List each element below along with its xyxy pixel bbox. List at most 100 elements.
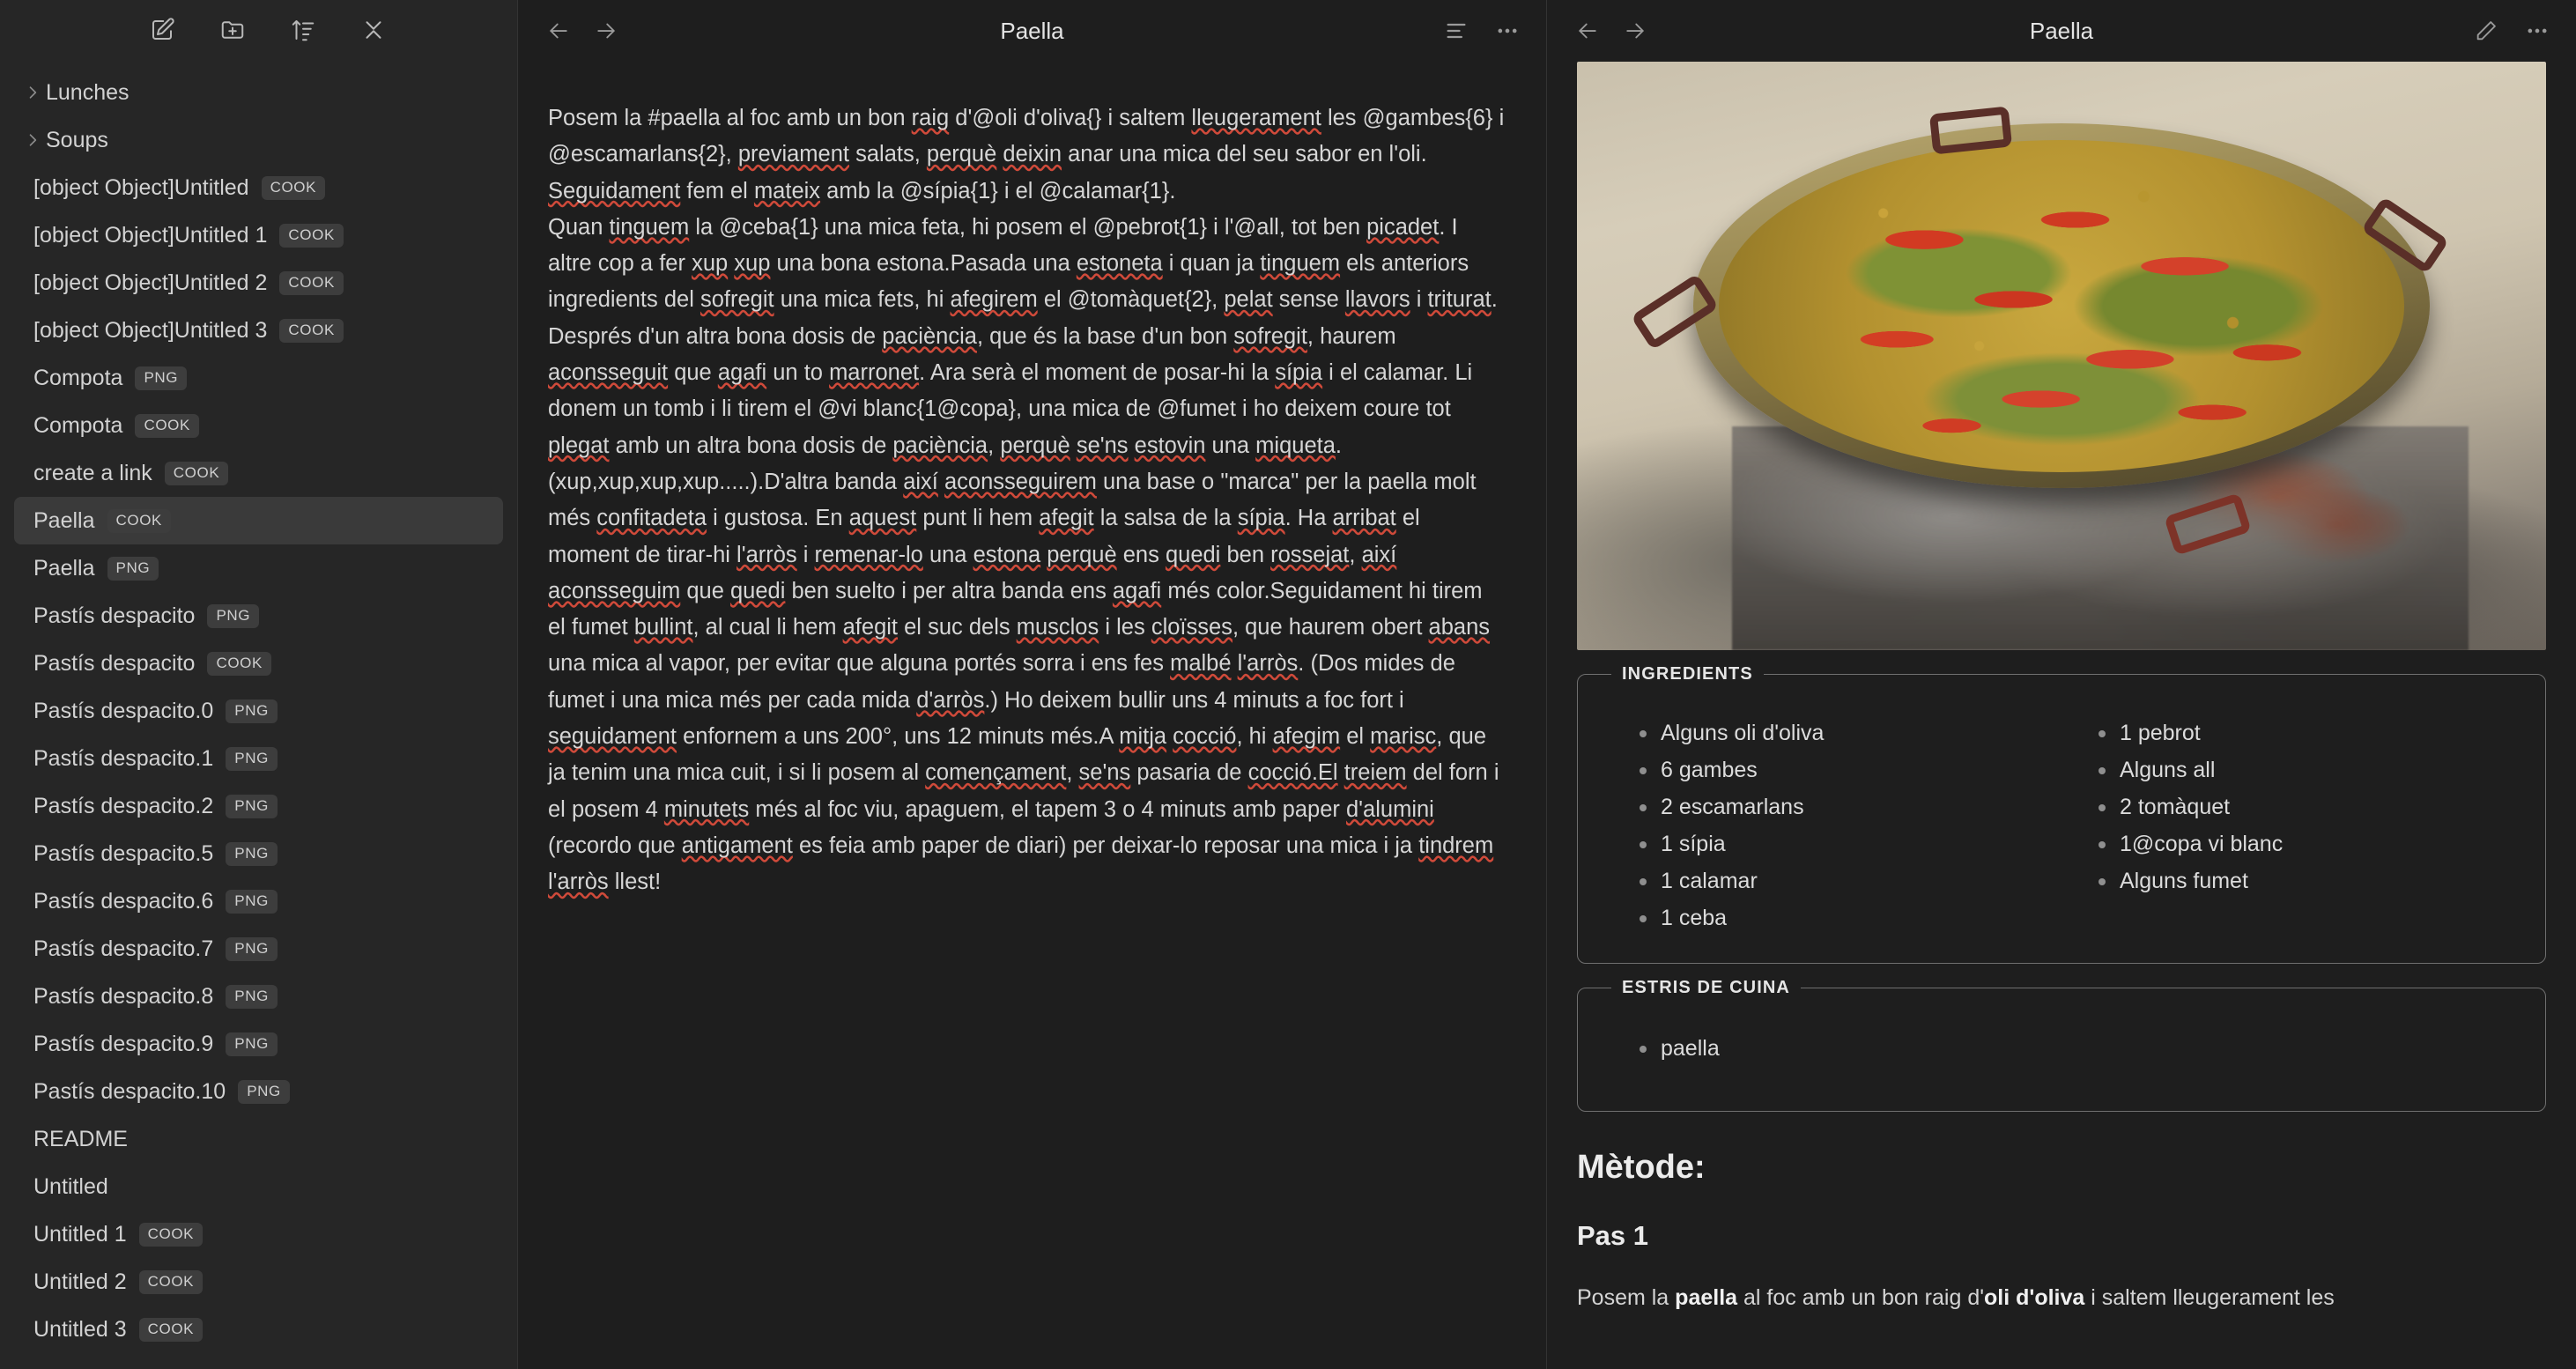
back-icon[interactable] — [541, 13, 576, 48]
sidebar-note-row[interactable]: Compota COOK — [14, 402, 503, 449]
sidebar-note-row[interactable]: [object Object]Untitled 3 COOK — [14, 307, 503, 354]
step-text-post: i saltem lleugerament les — [2084, 1285, 2335, 1310]
sidebar-folder-row[interactable]: Soups — [14, 116, 503, 164]
sidebar-note-row[interactable]: Pastís despacito.0 PNG — [14, 687, 503, 735]
spellcheck-word: lleugerament — [1191, 106, 1321, 130]
forward-icon[interactable] — [588, 13, 624, 48]
sidebar-item-label: [object Object]Untitled 1 — [33, 222, 268, 248]
ingredients-list-left: Alguns oli d'oliva 6 gambes 2 escamarlans 1… — [1638, 714, 2062, 936]
spellcheck-word: sofregit — [1233, 323, 1307, 349]
sidebar-item-label: Pastís despacito.5 — [33, 840, 214, 866]
sidebar-note-row[interactable]: Pastís despacito.9 PNG — [14, 1020, 503, 1068]
file-type-badge: PNG — [107, 556, 159, 581]
sort-icon[interactable] — [288, 15, 318, 45]
sidebar-note-row[interactable]: Paella COOK — [14, 497, 503, 544]
sidebar-item-label: Pastís despacito.0 — [33, 698, 214, 723]
spellcheck-word: antigament — [681, 832, 793, 858]
spellcheck-word: previament — [737, 142, 849, 167]
sidebar-folder-row[interactable]: Lunches — [14, 69, 503, 116]
spellcheck-word: musclos — [1016, 615, 1099, 640]
sidebar-note-row[interactable]: Untitled 3 COOK — [14, 1306, 503, 1353]
edit-icon[interactable] — [2470, 15, 2502, 47]
outline-icon[interactable] — [1440, 15, 1472, 47]
sidebar-note-row[interactable]: Pastís despacito.6 PNG — [14, 877, 503, 925]
ingredient-item: 1 sípia — [1638, 825, 2062, 862]
note-source-text[interactable]: Posem la #paella al foc amb un bon raig … — [548, 100, 1506, 901]
spellcheck-word: aconsseguit — [548, 360, 669, 386]
sidebar-note-row[interactable]: Paella PNG — [14, 544, 503, 592]
sidebar-item-label: Pastís despacito.9 — [33, 1031, 214, 1056]
sidebar-item-label: Pastís despacito.2 — [33, 793, 214, 818]
sidebar-note-row[interactable]: Compota PNG — [14, 354, 503, 402]
sidebar-note-row[interactable]: Pastís despacito PNG — [14, 592, 503, 640]
more-options-icon[interactable] — [1492, 15, 1523, 47]
sidebar-note-row[interactable]: Pastís despacito.2 PNG — [14, 782, 503, 830]
ingredient-item: Alguns oli d'oliva — [1638, 714, 2062, 751]
preview-title: Paella — [2029, 17, 2094, 44]
spellcheck-word: Seguidament — [548, 178, 681, 204]
chevron-right-icon[interactable] — [19, 127, 46, 153]
sidebar-item-label: Pastís despacito.7 — [33, 936, 214, 961]
file-type-badge: COOK — [107, 508, 171, 533]
collapse-all-icon[interactable] — [359, 15, 389, 45]
sidebar-item-label: Pastís despacito.10 — [33, 1078, 226, 1104]
step-text-mid: al foc amb un bon raig d' — [1737, 1285, 1984, 1310]
sidebar-note-row[interactable]: Pastís despacito.10 PNG — [14, 1068, 503, 1115]
spellcheck-word: sípia — [1237, 506, 1285, 531]
spellcheck-word: arribat — [1332, 506, 1396, 531]
spellcheck-word: així — [903, 469, 938, 494]
file-type-badge: COOK — [279, 318, 344, 343]
spellcheck-word: d'arròs — [916, 687, 985, 713]
sidebar-toolbar — [0, 0, 517, 60]
spellcheck-word: se'ns — [1076, 433, 1129, 458]
tools-legend: ESTRIS DE CUINA — [1622, 978, 1790, 997]
file-type-badge: COOK — [135, 413, 199, 438]
spellcheck-word: estoneta — [1076, 251, 1163, 277]
sidebar-note-row[interactable]: [object Object]Untitled 2 COOK — [14, 259, 503, 307]
spellcheck-word: marisc — [1370, 724, 1437, 750]
pan-handle — [1928, 106, 2012, 155]
spellcheck-word: agafi — [717, 360, 767, 386]
new-folder-icon[interactable] — [218, 15, 248, 45]
sidebar-note-row[interactable]: [object Object]Untitled COOK — [14, 164, 503, 211]
sidebar-item-label: [object Object]Untitled 3 — [33, 317, 268, 343]
forward-icon[interactable] — [1617, 13, 1653, 48]
sidebar-item-label: Compota — [33, 365, 123, 390]
file-type-badge: PNG — [226, 1032, 278, 1056]
spellcheck-word: xup — [734, 251, 771, 277]
editor-body[interactable]: Posem la #paella al foc amb un bon raig … — [518, 62, 1546, 1369]
sidebar-item-label: README — [33, 1126, 128, 1151]
sidebar-note-row[interactable]: Pastís despacito.7 PNG — [14, 925, 503, 973]
sidebar-note-row[interactable]: Untitled 1 COOK — [14, 1210, 503, 1258]
sidebar-note-row[interactable]: create a link COOK — [14, 449, 503, 497]
preview-body: INGREDIENTS Alguns oli d'oliva 6 gambes 2 … — [1547, 62, 2576, 1369]
file-type-badge: COOK — [207, 651, 271, 676]
more-options-icon[interactable] — [2521, 15, 2553, 47]
chevron-right-icon[interactable] — [19, 79, 46, 106]
sidebar-note-row[interactable]: Untitled 2 COOK — [14, 1258, 503, 1306]
note-list[interactable]: Lunches Soups [object Object]Untitled COOK[… — [0, 60, 517, 1369]
back-icon[interactable] — [1570, 13, 1605, 48]
sidebar-note-row[interactable]: Pastís despacito.1 PNG — [14, 735, 503, 782]
spellcheck-word: començament — [925, 760, 1067, 786]
sidebar-item-label: Untitled — [33, 1173, 108, 1199]
spellcheck-word: cloïsses — [1151, 615, 1232, 640]
spellcheck-word: afegim — [1272, 724, 1341, 750]
sidebar-note-row[interactable]: README — [14, 1115, 503, 1163]
ingredient-item: 2 tomàquet — [2097, 788, 2520, 825]
spellcheck-word: afegit — [1039, 506, 1094, 531]
step-heading: Pas 1 — [1577, 1220, 1649, 1251]
spellcheck-word: l'arròs — [737, 542, 797, 567]
sidebar-note-row[interactable]: Pastís despacito.8 PNG — [14, 973, 503, 1020]
sidebar-note-row[interactable]: [object Object]Untitled 1 COOK — [14, 211, 503, 259]
file-type-badge: PNG — [226, 984, 278, 1009]
sidebar-note-row[interactable]: Pastís despacito.5 PNG — [14, 830, 503, 877]
tool-item: paella — [1638, 1030, 2520, 1067]
sidebar-note-row[interactable]: Untitled — [14, 1163, 503, 1210]
paella-pan — [1693, 123, 2430, 489]
new-note-icon[interactable] — [147, 15, 177, 45]
spellcheck-word: aconsseguim — [548, 578, 681, 603]
ingredient-item: 1 ceba — [1638, 899, 2062, 936]
spellcheck-word: quedi — [1165, 542, 1221, 567]
sidebar-note-row[interactable]: Pastís despacito COOK — [14, 640, 503, 687]
